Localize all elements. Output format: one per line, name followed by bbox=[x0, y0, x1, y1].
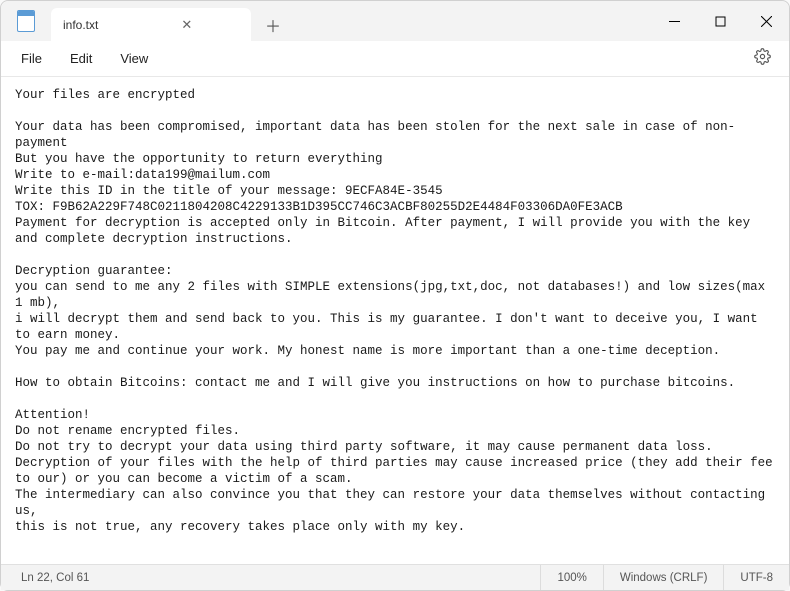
text-content[interactable]: Your files are encrypted Your data has b… bbox=[1, 77, 789, 564]
app-icon-area bbox=[1, 1, 51, 41]
zoom-level[interactable]: 100% bbox=[540, 565, 602, 590]
maximize-button[interactable] bbox=[697, 1, 743, 41]
tab-close-button[interactable]: ✕ bbox=[178, 17, 195, 33]
maximize-icon bbox=[715, 16, 726, 27]
minimize-button[interactable] bbox=[651, 1, 697, 41]
menu-view[interactable]: View bbox=[108, 45, 160, 72]
menu-edit[interactable]: Edit bbox=[58, 45, 104, 72]
tab-title: info.txt bbox=[63, 18, 98, 32]
close-icon bbox=[761, 16, 772, 27]
file-tab[interactable]: info.txt ✕ bbox=[51, 8, 251, 42]
cursor-position: Ln 22, Col 61 bbox=[1, 565, 105, 590]
window-controls bbox=[651, 1, 789, 41]
titlebar: info.txt ✕ ＋ bbox=[1, 1, 789, 41]
statusbar: Ln 22, Col 61 100% Windows (CRLF) UTF-8 bbox=[1, 564, 789, 590]
gear-icon bbox=[754, 48, 771, 65]
tabs-area: info.txt ✕ ＋ bbox=[51, 1, 651, 41]
line-ending[interactable]: Windows (CRLF) bbox=[603, 565, 724, 590]
minimize-icon bbox=[669, 16, 680, 27]
settings-button[interactable] bbox=[744, 42, 781, 76]
menu-file[interactable]: File bbox=[9, 45, 54, 72]
menubar: File Edit View bbox=[1, 41, 789, 77]
new-tab-button[interactable]: ＋ bbox=[257, 9, 289, 41]
notepad-icon bbox=[17, 10, 35, 32]
encoding[interactable]: UTF-8 bbox=[723, 565, 789, 590]
close-button[interactable] bbox=[743, 1, 789, 41]
